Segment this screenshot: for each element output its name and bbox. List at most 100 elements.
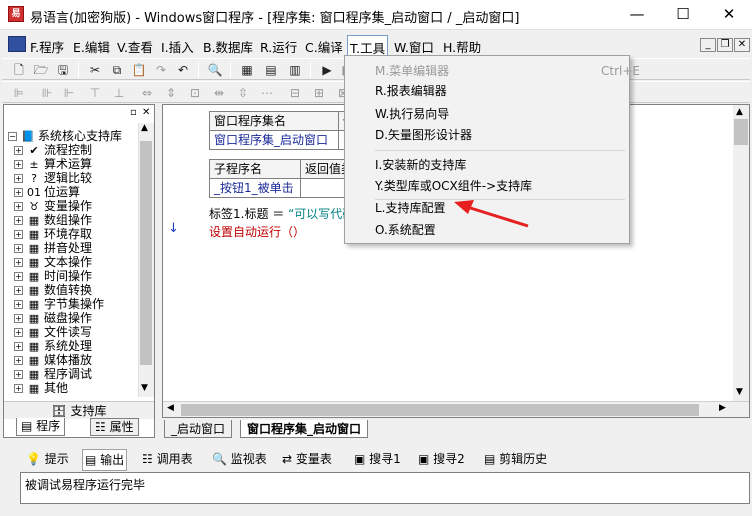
hspace-icon[interactable]: ⇹ — [210, 84, 228, 102]
menu-tools[interactable]: T.工具 — [347, 35, 389, 57]
center-h-icon[interactable]: ⊟ — [286, 84, 304, 102]
tree-expand-icon[interactable]: + — [14, 356, 23, 365]
menu-compile[interactable]: C.编译 — [303, 37, 345, 56]
panel-scroll-thumb[interactable] — [140, 141, 152, 365]
menu-window[interactable]: W.窗口 — [392, 37, 436, 56]
tree-item[interactable]: + ▦ 字节集操作 — [14, 297, 104, 311]
paste-icon[interactable]: 📋 — [130, 61, 148, 79]
menu-insert[interactable]: I.插入 — [159, 37, 196, 56]
tab-call-table[interactable]: ☷ 调用表 — [140, 449, 195, 471]
redo-icon[interactable]: ↷ — [152, 61, 170, 79]
mdi-close-button[interactable]: ✕ — [734, 38, 750, 52]
layout2-icon[interactable]: ▤ — [262, 61, 280, 79]
mdi-restore-button[interactable]: ❐ — [717, 38, 733, 52]
open-folder-icon[interactable]: 🗁 — [32, 61, 50, 79]
tree-expand-icon[interactable]: + — [14, 314, 23, 323]
menu-program[interactable]: F.程序 — [28, 37, 66, 56]
menu-database[interactable]: B.数据库 — [201, 37, 255, 56]
panel-pin-icon[interactable]: ▫ — [130, 107, 137, 118]
tree-expand-icon[interactable]: + — [14, 286, 23, 295]
tree-item[interactable]: + ✔ 流程控制 — [14, 143, 92, 157]
same-width-icon[interactable]: ⇔ — [138, 84, 156, 102]
tree-expand-icon[interactable]: + — [14, 384, 23, 393]
tree-expand-icon[interactable]: + — [14, 244, 23, 253]
undo-icon[interactable]: ↶ — [174, 61, 192, 79]
tree-expand-icon[interactable]: + — [14, 188, 23, 197]
assembly-name-cell[interactable]: 窗口程序集_启动窗口 — [209, 130, 339, 150]
menu-item-install-library[interactable]: I.安装新的支持库 — [375, 154, 466, 176]
tree-expand-icon[interactable]: + — [14, 174, 23, 183]
menu-item-wizard[interactable]: W.执行易向导 — [375, 103, 449, 125]
menu-item-menu-editor[interactable]: M.菜单编辑器 Ctrl+E — [375, 60, 640, 82]
tab-program[interactable]: ▤ 程序 — [16, 418, 66, 436]
menu-view[interactable]: V.查看 — [115, 37, 155, 56]
tree-item[interactable]: +? 逻辑比较 — [14, 171, 92, 185]
editor-hscroll-thumb[interactable] — [181, 404, 699, 416]
tab-hint[interactable]: 💡 提示 — [24, 449, 71, 471]
editor-vertical-scrollbar[interactable]: ▲ ▼ — [733, 105, 749, 401]
layout3-icon[interactable]: ▥ — [286, 61, 304, 79]
tree-item[interactable]: + ▦ 时间操作 — [14, 269, 92, 283]
tree-expand-icon[interactable]: + — [14, 370, 23, 379]
tree-expand-icon[interactable]: + — [14, 300, 23, 309]
vspace-icon[interactable]: ⇳ — [234, 84, 252, 102]
copy-icon[interactable]: ⧉ — [108, 61, 126, 79]
align-center-icon[interactable]: ⊪ — [38, 84, 56, 102]
tree-expand-icon[interactable]: + — [14, 258, 23, 267]
run-icon[interactable]: ▶ — [318, 61, 336, 79]
tab-property[interactable]: ☷ 属性 — [90, 418, 139, 436]
tree-expand-icon[interactable]: + — [14, 216, 23, 225]
menu-help[interactable]: H.帮助 — [441, 37, 483, 56]
align-right-icon[interactable]: ⊩ — [60, 84, 78, 102]
align-left-icon[interactable]: ⊫ — [10, 84, 28, 102]
tree-item[interactable]: +01 位运算 — [14, 185, 80, 199]
menu-run[interactable]: R.运行 — [258, 37, 299, 56]
tab-watch[interactable]: 🔍 监视表 — [210, 449, 269, 471]
tab-variables[interactable]: ⇄ 变量表 — [280, 449, 334, 471]
editor-scroll-up-icon[interactable]: ▲ — [736, 107, 743, 117]
tree-item[interactable]: + ▦ 程序调试 — [14, 367, 92, 381]
tree-item[interactable]: + ▦ 系统处理 — [14, 339, 92, 353]
tree-expand-icon[interactable]: + — [14, 160, 23, 169]
tree-expand-icon[interactable]: + — [14, 230, 23, 239]
tree-item[interactable]: + ± 算术运算 — [14, 157, 92, 171]
tree-expand-icon[interactable]: + — [14, 272, 23, 281]
tree-expand-icon[interactable]: + — [14, 146, 23, 155]
tree-item[interactable]: + ▦ 其他 — [14, 381, 68, 395]
scroll-up-icon[interactable]: ▲ — [141, 123, 148, 133]
minimize-button[interactable]: — — [614, 0, 660, 30]
menu-item-typelib-ocx[interactable]: Y.类型库或OCX组件->支持库 — [375, 175, 532, 197]
layout1-icon[interactable]: ▦ — [238, 61, 256, 79]
new-file-icon[interactable]: 🗋 — [10, 61, 28, 79]
code-line-1[interactable]: 标签1.标题 ＝ “可以写代码了 — [209, 205, 366, 222]
align-top-icon[interactable]: ⊤ — [86, 84, 104, 102]
same-height-icon[interactable]: ⇕ — [162, 84, 180, 102]
code-line-2[interactable]: 设置自动运行（） — [209, 223, 305, 240]
editor-scroll-left-icon[interactable]: ◀ — [167, 403, 174, 413]
tab-start-window[interactable]: _启动窗口 — [164, 420, 233, 438]
tree-expand-icon[interactable]: + — [14, 328, 23, 337]
distribute-h-icon[interactable]: ⋯ — [258, 84, 276, 102]
panel-close-icon[interactable]: ✕ — [142, 107, 150, 118]
close-button[interactable]: ✕ — [706, 0, 752, 30]
tree-item[interactable]: + ▦ 磁盘操作 — [14, 311, 92, 325]
tree-expand-icon[interactable]: + — [14, 202, 23, 211]
tree-item[interactable]: + ▦ 文本操作 — [14, 255, 92, 269]
align-bottom-icon[interactable]: ⊥ — [110, 84, 128, 102]
tree-item[interactable]: + ▦ 媒体播放 — [14, 353, 92, 367]
menu-item-report-editor[interactable]: R.报表编辑器 — [375, 80, 447, 102]
tree-item[interactable]: + ▦ 文件读写 — [14, 325, 92, 339]
tree-item[interactable]: + ♉ 变量操作 — [14, 199, 92, 213]
menu-item-system-config[interactable]: O.系统配置 — [375, 219, 436, 241]
mdi-minimize-button[interactable]: _ — [700, 38, 716, 52]
center-v-icon[interactable]: ⊞ — [310, 84, 328, 102]
tab-search2[interactable]: ▣ 搜寻2 — [416, 449, 467, 471]
tab-assembly[interactable]: 窗口程序集_启动窗口 — [240, 420, 369, 438]
tree-item[interactable]: + ▦ 拼音处理 — [14, 241, 92, 255]
maximize-button[interactable]: ☐ — [660, 0, 706, 30]
scroll-down-icon[interactable]: ▼ — [141, 383, 148, 393]
tree-item[interactable]: + ▦ 环境存取 — [14, 227, 92, 241]
tab-clip-history[interactable]: ▤ 剪辑历史 — [482, 449, 549, 471]
cut-icon[interactable]: ✂ — [86, 61, 104, 79]
same-size-icon[interactable]: ⊡ — [186, 84, 204, 102]
